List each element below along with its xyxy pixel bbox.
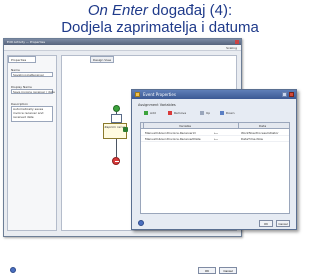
dialog-title: Event Properties: [143, 92, 176, 97]
close-icon[interactable]: [235, 40, 239, 44]
ok-button[interactable]: OK: [259, 220, 273, 227]
editor-ok-button[interactable]: OK: [198, 267, 216, 274]
cancel-button[interactable]: Cancel: [276, 220, 290, 227]
slide-title: On Enter događaj (4):: [0, 2, 320, 19]
activity-box-icon[interactable]: [111, 114, 122, 123]
dialog-title-bar[interactable]: Event Properties: [132, 90, 296, 99]
add-button[interactable]: Add: [144, 111, 156, 115]
slide-title-rest: događaj (4):: [147, 2, 233, 19]
editor-toolbar: Scaling: [4, 45, 241, 51]
tab-design-view-label: Design View: [93, 58, 112, 62]
assignment-toolbar: Add Remove Up Down: [140, 110, 290, 118]
move-up-button[interactable]: Up: [200, 111, 210, 115]
stop-bar: [115, 161, 119, 162]
move-down-button-label: Down: [226, 111, 235, 115]
arrow-up-icon: [200, 111, 204, 115]
display-name-field-value: Save invoice receiver / date: [13, 90, 55, 94]
event-properties-dialog: Event Properties Assignment Variables Ad…: [131, 89, 297, 230]
assign-arrow-icon: ⟵: [214, 131, 219, 135]
row-variable: ManualInboundInvoice.ReceivedDate: [145, 137, 201, 141]
row-variable: ManualInboundInvoice.ReceiverId: [145, 131, 196, 135]
help-icon[interactable]: [10, 267, 16, 273]
scaling-label[interactable]: Scaling: [226, 46, 237, 50]
move-down-button[interactable]: Down: [220, 111, 235, 115]
description-field-value: Automatically saves invoice receiver and…: [13, 107, 44, 119]
table-row[interactable]: ManualInboundInvoice.ReceivedDate ⟵ Date…: [141, 136, 289, 142]
header-divider: [143, 123, 144, 129]
description-field[interactable]: Automatically saves invoice receiver and…: [11, 106, 53, 122]
display-name-field[interactable]: Save invoice receiver / date: [11, 89, 55, 94]
add-button-label: Add: [150, 111, 156, 115]
help-icon[interactable]: [138, 220, 144, 226]
assignment-section-label: Assignment Variables: [138, 103, 176, 107]
move-up-button-label: Up: [206, 111, 211, 115]
column-header-data[interactable]: Data: [259, 124, 266, 128]
remove-button[interactable]: Remove: [168, 111, 186, 115]
dialog-app-icon: [135, 92, 140, 97]
header-divider: [238, 123, 239, 129]
editor-cancel-button[interactable]: Cancel: [219, 267, 237, 274]
row-data: DateTime.Now: [241, 137, 263, 141]
assignment-table: Variable Data ManualInboundInvoice.Recei…: [140, 122, 290, 214]
tab-properties[interactable]: Properties: [8, 56, 36, 63]
start-node-icon[interactable]: [113, 105, 120, 112]
slide-title-event: On Enter: [87, 2, 148, 19]
name-field-value: SaveInvoiceReceiver: [13, 73, 45, 77]
on-enter-event-icon[interactable]: [123, 127, 128, 132]
editor-title: Edit Activity — Properties: [7, 40, 46, 44]
end-node-icon[interactable]: [112, 157, 120, 165]
arrow-down-icon: [220, 111, 224, 115]
slide-subtitle: Dodjela zaprimatelja i datuma: [61, 19, 259, 36]
add-icon: [144, 111, 148, 115]
name-field[interactable]: SaveInvoiceReceiver: [11, 72, 53, 77]
properties-panel: Properties Name SaveInvoiceReceiver Disp…: [7, 55, 57, 231]
remove-icon: [168, 111, 172, 115]
row-data: Workflow.ProcessInitiator: [241, 131, 279, 135]
tab-properties-label: Properties: [11, 58, 27, 62]
column-header-variable[interactable]: Variable: [179, 124, 191, 128]
minimize-icon[interactable]: [282, 92, 287, 97]
close-icon[interactable]: [289, 92, 294, 97]
tab-design-view[interactable]: Design View: [90, 56, 114, 63]
remove-button-label: Remove: [174, 111, 187, 115]
table-header: Variable Data: [141, 123, 289, 129]
assign-arrow-icon: ⟵: [214, 137, 219, 141]
